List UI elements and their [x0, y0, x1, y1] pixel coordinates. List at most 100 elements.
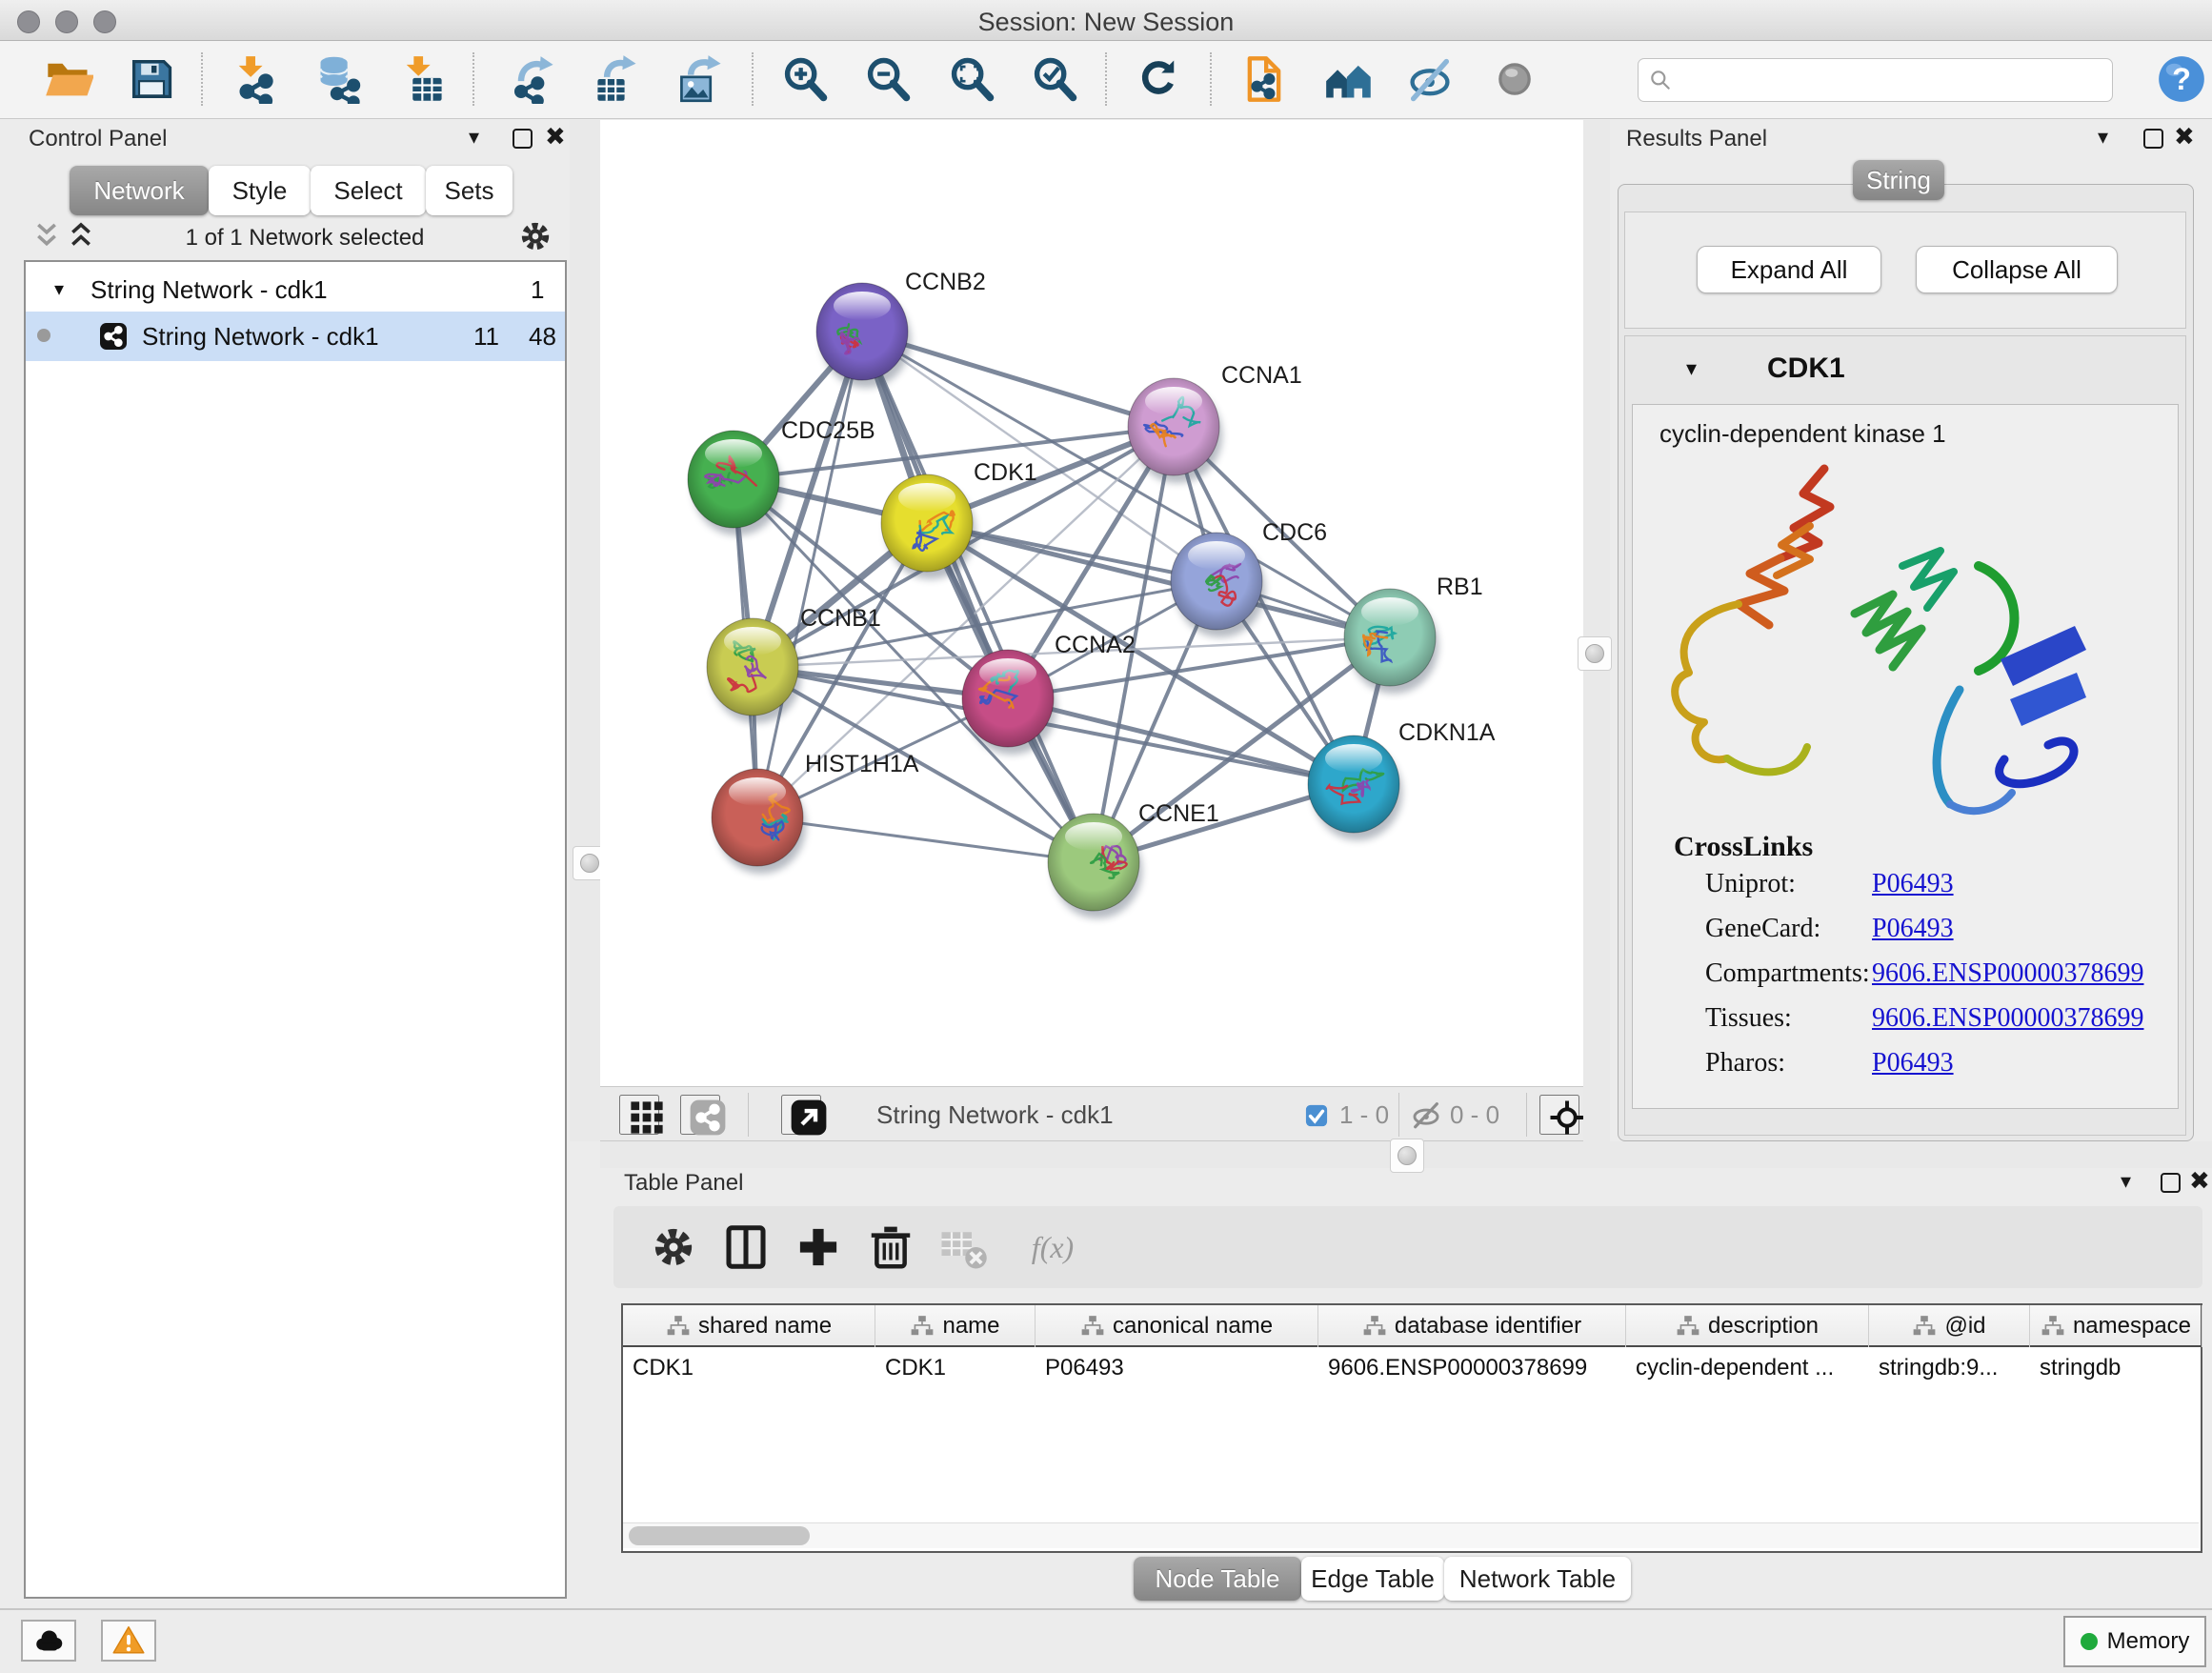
column-header-database-identifier[interactable]: database identifier: [1318, 1305, 1626, 1347]
column-header-namespace[interactable]: namespace: [2030, 1305, 2202, 1347]
network-share-button[interactable]: [680, 1095, 720, 1135]
edge-HIST1H1A-CCNE1[interactable]: [757, 817, 1094, 862]
collapse-all-button[interactable]: Collapse All: [1916, 246, 2118, 293]
network-collection-row[interactable]: ▾ String Network - cdk1 1: [26, 266, 565, 313]
open-session-button[interactable]: [42, 52, 95, 106]
node-CDK1[interactable]: [881, 474, 975, 579]
export-image-button[interactable]: [674, 52, 728, 106]
zoom-fit-button[interactable]: [945, 52, 998, 106]
crosslink-value-link[interactable]: 9606.ENSP00000378699: [1872, 1003, 2143, 1034]
import-network-from-database-button[interactable]: [312, 52, 366, 106]
table-panel-float-button[interactable]: [2161, 1173, 2181, 1193]
network-panel-options-button[interactable]: [514, 215, 556, 257]
tab-style[interactable]: Style: [209, 166, 311, 215]
table-settings-button[interactable]: [648, 1221, 699, 1273]
crosslink-value-link[interactable]: P06493: [1872, 869, 1954, 899]
import-table-from-file-button[interactable]: [395, 52, 449, 106]
zoom-in-button[interactable]: [778, 52, 832, 106]
zoom-selected-button[interactable]: [1028, 52, 1081, 106]
tab-network[interactable]: Network: [70, 166, 209, 215]
results-panel-collapse-button[interactable]: ▾: [2098, 126, 2108, 149]
warnings-button[interactable]: [101, 1620, 156, 1662]
table-panel-close-button[interactable]: ✖: [2189, 1169, 2210, 1192]
refresh-view-button[interactable]: [1132, 52, 1185, 106]
houses-button[interactable]: [1322, 52, 1376, 106]
import-network-from-file-button[interactable]: [229, 52, 282, 106]
right-splitter[interactable]: [1583, 120, 1610, 1141]
search-input[interactable]: [1673, 63, 2112, 97]
memory-button[interactable]: Memory: [2063, 1616, 2206, 1667]
column-header-name[interactable]: name: [875, 1305, 1036, 1347]
edge-CCNA2-CDKN1A[interactable]: [1008, 698, 1354, 784]
node-CCNB1[interactable]: [707, 618, 801, 723]
hidden-eye-icon[interactable]: [1410, 1099, 1442, 1131]
presentation-mode-button[interactable]: [1488, 52, 1541, 106]
horizontal-splitter-handle[interactable]: [1390, 1139, 1424, 1173]
column-header-shared-name[interactable]: shared name: [623, 1305, 875, 1347]
left-splitter[interactable]: [570, 120, 600, 1141]
delete-column-button[interactable]: [865, 1221, 916, 1273]
detach-view-button[interactable]: [781, 1095, 821, 1135]
crosslink-value-link[interactable]: 9606.ENSP00000378699: [1872, 958, 2143, 989]
table-cell[interactable]: 9606.ENSP00000378699: [1318, 1349, 1626, 1387]
node-CDC25B[interactable]: [688, 431, 782, 535]
results-panel-float-button[interactable]: [2143, 129, 2163, 149]
expand-all-networks-button[interactable]: [61, 215, 101, 255]
document-share-button[interactable]: [1237, 52, 1291, 106]
column-header-canonical-name[interactable]: canonical name: [1036, 1305, 1318, 1347]
add-column-button[interactable]: [793, 1221, 844, 1273]
collection-expander-icon[interactable]: ▾: [54, 277, 64, 301]
control-panel-float-button[interactable]: [513, 129, 533, 149]
network-edges[interactable]: [734, 332, 1390, 862]
crosslink-value-link[interactable]: P06493: [1872, 914, 1954, 944]
grid-view-button[interactable]: [619, 1095, 659, 1135]
edge-CCNB2-HIST1H1A[interactable]: [757, 332, 862, 817]
table-cell[interactable]: CDK1: [875, 1349, 1036, 1387]
gene-expander-icon[interactable]: ▾: [1686, 356, 1697, 381]
tab-edge-table[interactable]: Edge Table: [1301, 1557, 1444, 1601]
network-row[interactable]: String Network - cdk1 11 48: [26, 312, 565, 361]
export-network-button[interactable]: [507, 52, 560, 106]
tab-node-table[interactable]: Node Table: [1134, 1557, 1301, 1601]
export-table-button[interactable]: [591, 52, 644, 106]
expand-all-button[interactable]: Expand All: [1697, 246, 1881, 293]
table-cell[interactable]: P06493: [1036, 1349, 1318, 1387]
network-canvas[interactable]: CCNB2CCNA1CDC25BCDK1CDC6RB1CCNB1CCNA2CDK…: [600, 120, 1584, 1086]
scrollbar-thumb[interactable]: [629, 1526, 810, 1545]
table-cell[interactable]: cyclin-dependent ...: [1626, 1349, 1869, 1387]
crosslink-value-link[interactable]: P06493: [1872, 1048, 1954, 1078]
import-db-icon: [314, 54, 364, 104]
results-panel-close-button[interactable]: ✖: [2174, 125, 2195, 148]
edge-CCNB2-CCNE1[interactable]: [862, 332, 1094, 862]
right-splitter-handle[interactable]: [1578, 636, 1612, 671]
fit-selected-button[interactable]: [1539, 1095, 1579, 1135]
selected-checkbox-icon[interactable]: [1303, 1102, 1330, 1129]
node-CDC6[interactable]: [1171, 533, 1265, 637]
cloud-button[interactable]: [21, 1620, 76, 1662]
control-panel-close-button[interactable]: ✖: [545, 125, 566, 148]
node-RB1[interactable]: [1344, 589, 1438, 694]
help-button[interactable]: [2155, 52, 2208, 106]
table-horizontal-scrollbar[interactable]: [623, 1522, 2199, 1548]
table-cell[interactable]: stringdb:9...: [1869, 1349, 2030, 1387]
tab-network-table[interactable]: Network Table: [1444, 1557, 1631, 1601]
function-builder-button[interactable]: f(x): [1010, 1221, 1096, 1273]
tab-sets[interactable]: Sets: [426, 166, 513, 215]
tab-string[interactable]: String: [1853, 160, 1944, 200]
node-CCNE1[interactable]: [1048, 814, 1142, 918]
delete-table-button[interactable]: [937, 1221, 989, 1273]
column-header-description[interactable]: description: [1626, 1305, 1869, 1347]
node-table[interactable]: shared namenamecanonical namedatabase id…: [621, 1303, 2202, 1553]
tab-select[interactable]: Select: [311, 166, 426, 215]
table-cell[interactable]: CDK1: [623, 1349, 875, 1387]
save-session-button[interactable]: [125, 52, 178, 106]
toggle-graphics-details-button[interactable]: [1403, 52, 1457, 106]
zoom-out-button[interactable]: [861, 52, 915, 106]
table-cell[interactable]: stringdb: [2030, 1349, 2202, 1387]
table-panel-collapse-button[interactable]: ▾: [2121, 1170, 2131, 1193]
node-CCNA1[interactable]: [1128, 378, 1222, 483]
control-panel-collapse-button[interactable]: ▾: [469, 126, 479, 149]
column-header--id[interactable]: @id: [1869, 1305, 2030, 1347]
node-CDKN1A[interactable]: [1308, 736, 1402, 840]
show-columns-button[interactable]: [720, 1221, 772, 1273]
